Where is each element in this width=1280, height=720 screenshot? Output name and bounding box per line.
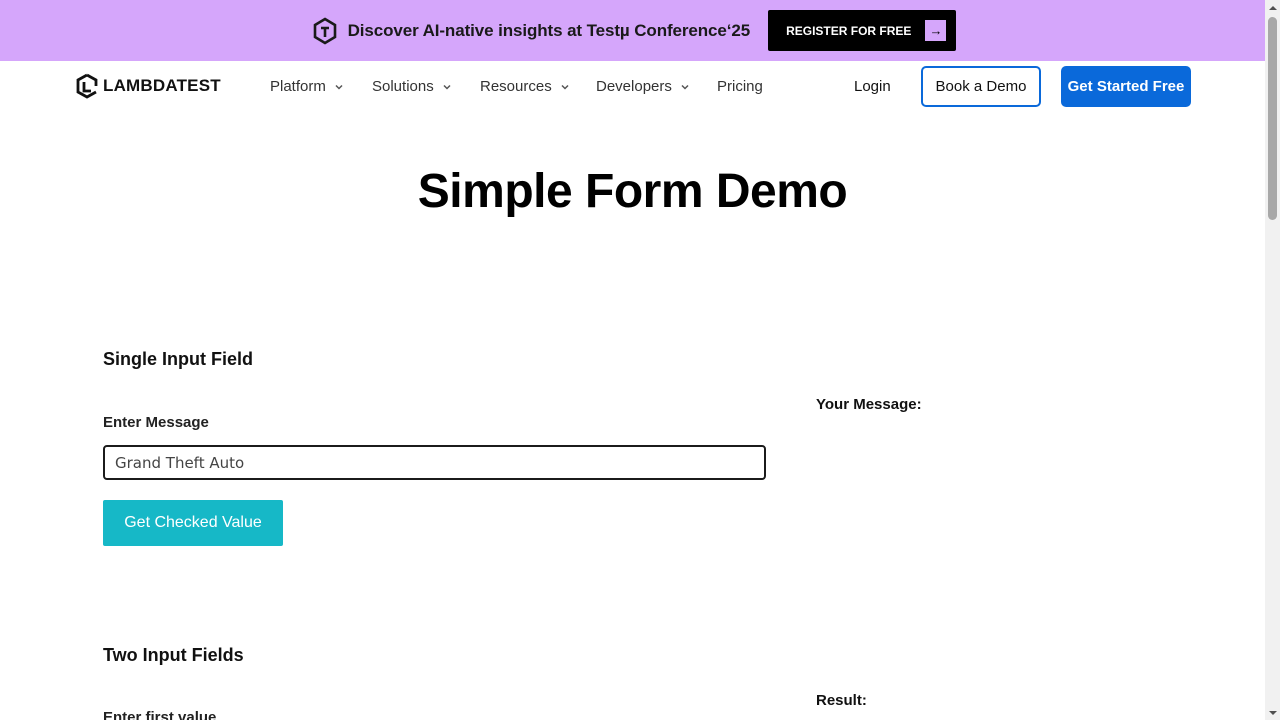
arrow-right-icon: → bbox=[925, 20, 947, 41]
single-input-section-title: Single Input Field bbox=[103, 349, 253, 369]
testmu-logo-icon bbox=[313, 16, 336, 45]
chevron-down-icon bbox=[443, 84, 451, 90]
your-message-label: Your Message: bbox=[816, 396, 922, 413]
message-input[interactable] bbox=[103, 445, 766, 480]
promo-banner-content: Discover AI-native insights at Testµ Con… bbox=[312, 10, 957, 51]
nav-item-label: Solutions bbox=[372, 78, 434, 95]
page-scrollbar[interactable] bbox=[1265, 0, 1280, 720]
nav-item-solutions[interactable]: Solutions bbox=[372, 78, 451, 95]
scroll-down-arrow-icon[interactable] bbox=[1265, 705, 1280, 720]
nav-item-label: Platform bbox=[270, 78, 326, 95]
nav-item-platform[interactable]: Platform bbox=[270, 78, 343, 95]
nav-item-developers[interactable]: Developers bbox=[596, 78, 689, 95]
nav-item-label: Pricing bbox=[717, 78, 763, 95]
scrollbar-thumb[interactable] bbox=[1268, 17, 1277, 220]
enter-first-value-label: Enter first value bbox=[103, 709, 217, 720]
get-started-free-button[interactable]: Get Started Free bbox=[1061, 66, 1191, 107]
nav-item-label: Developers bbox=[596, 78, 672, 95]
lambdatest-logo-icon bbox=[76, 73, 98, 99]
nav-item-label: Resources bbox=[480, 78, 552, 95]
chevron-down-icon bbox=[561, 84, 569, 90]
get-checked-value-button[interactable]: Get Checked Value bbox=[103, 500, 283, 546]
chevron-down-icon bbox=[335, 84, 343, 90]
register-for-free-button[interactable]: REGISTER FOR FREE → bbox=[768, 10, 957, 51]
brand-name: LAMBDATEST bbox=[103, 76, 221, 95]
page-title: Simple Form Demo bbox=[417, 165, 848, 218]
enter-message-label: Enter Message bbox=[103, 414, 209, 431]
book-a-demo-button[interactable]: Book a Demo bbox=[921, 66, 1041, 107]
main-navigation: LAMBDATEST Platform Solutions Resources … bbox=[0, 61, 1265, 113]
nav-item-pricing[interactable]: Pricing bbox=[717, 78, 763, 95]
promo-banner-text: Discover AI-native insights at Testµ Con… bbox=[347, 20, 751, 40]
brand-logo[interactable]: LAMBDATEST bbox=[75, 73, 221, 99]
promo-banner: Discover AI-native insights at Testµ Con… bbox=[0, 0, 1265, 61]
chevron-down-icon bbox=[681, 84, 689, 90]
two-input-section-title: Two Input Fields bbox=[103, 645, 244, 665]
result-label: Result: bbox=[816, 692, 867, 709]
login-link[interactable]: Login bbox=[854, 78, 891, 95]
register-button-label: REGISTER FOR FREE bbox=[786, 23, 912, 38]
nav-item-resources[interactable]: Resources bbox=[480, 78, 569, 95]
scroll-up-arrow-icon[interactable] bbox=[1265, 0, 1280, 15]
